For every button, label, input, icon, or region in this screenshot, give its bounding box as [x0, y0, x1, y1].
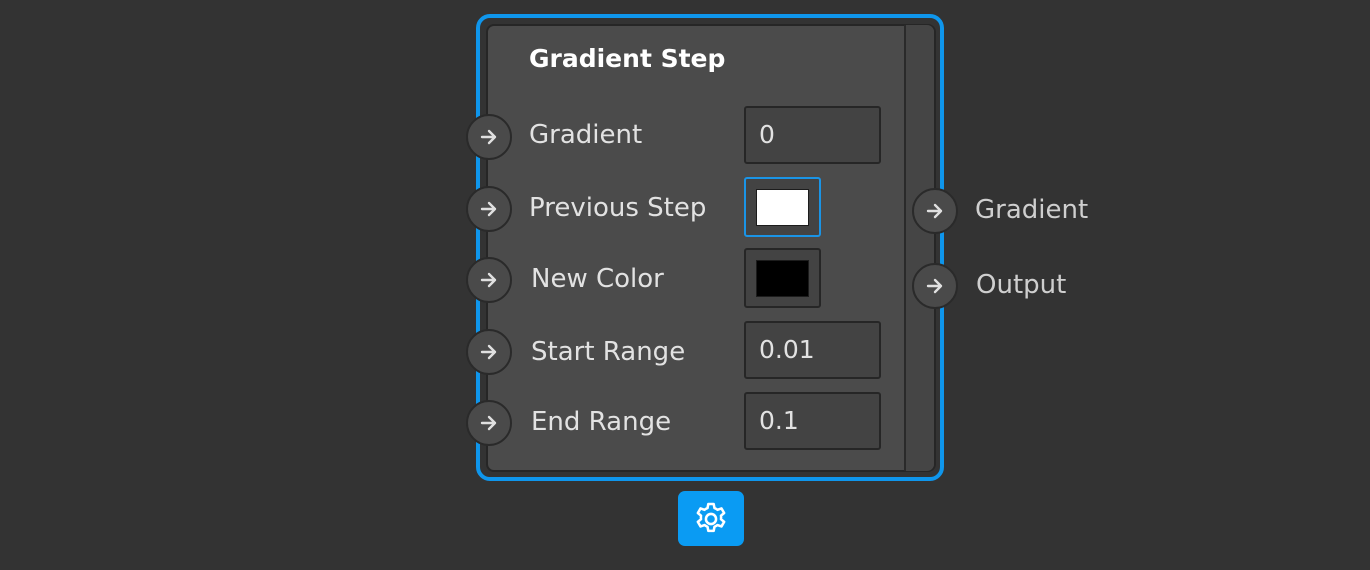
previous-step-color-picker[interactable] — [744, 177, 821, 237]
new-color-swatch — [756, 259, 809, 297]
arrow-right-icon — [480, 201, 497, 217]
start-range-value-field[interactable]: 0.01 — [744, 321, 881, 379]
gear-icon — [696, 502, 726, 532]
arrow-right-icon — [480, 344, 497, 360]
input-port-new-color[interactable] — [466, 257, 512, 303]
arrow-right-icon — [480, 129, 497, 145]
output-label-gradient: Gradient — [975, 195, 1089, 225]
end-range-value-field[interactable]: 0.1 — [744, 392, 881, 450]
arrow-right-icon — [480, 415, 497, 431]
input-label-new-color: New Color — [531, 264, 664, 294]
previous-step-color-swatch — [756, 188, 809, 226]
input-port-end-range[interactable] — [466, 400, 512, 446]
gradient-value-field[interactable]: 0 — [744, 106, 881, 164]
arrow-right-icon — [926, 203, 943, 219]
input-label-gradient: Gradient — [529, 120, 643, 150]
node-settings-button[interactable] — [678, 491, 744, 546]
arrow-right-icon — [926, 278, 943, 294]
output-label-output: Output — [976, 270, 1067, 300]
arrow-right-icon — [480, 272, 497, 288]
input-port-previous-step[interactable] — [466, 186, 512, 232]
input-port-gradient[interactable] — [466, 114, 512, 160]
input-label-previous-step: Previous Step — [529, 193, 707, 223]
input-port-start-range[interactable] — [466, 329, 512, 375]
node-title: Gradient Step — [529, 44, 726, 73]
node-output-strip — [904, 25, 934, 471]
output-port-gradient[interactable] — [912, 188, 958, 234]
node-graph-canvas[interactable]: Gradient Step Gradient 0 Previous Step N… — [0, 0, 1370, 570]
new-color-picker[interactable] — [744, 248, 821, 308]
input-label-end-range: End Range — [531, 407, 672, 437]
output-port-output[interactable] — [912, 263, 958, 309]
input-label-start-range: Start Range — [531, 337, 686, 367]
